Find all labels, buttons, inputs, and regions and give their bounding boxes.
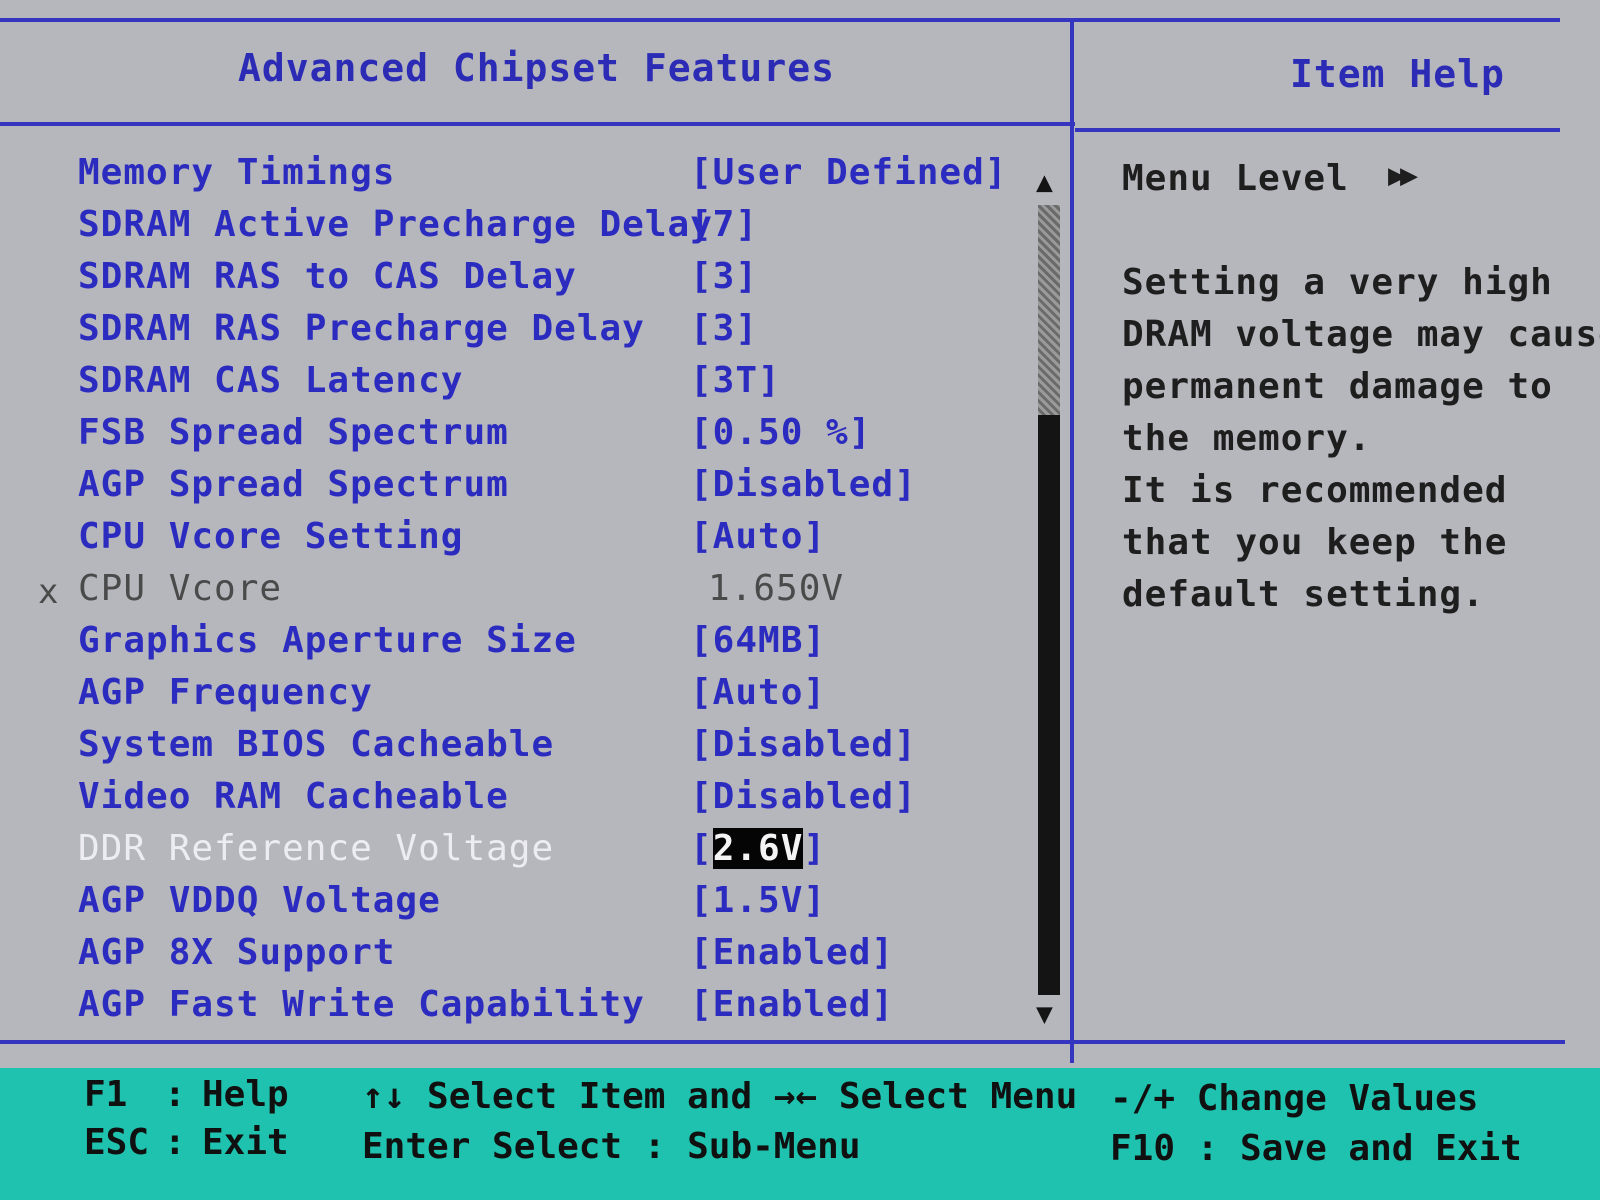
esc-action: Exit xyxy=(202,1122,289,1163)
nav-hint-enter: Enter Select : Sub-Menu xyxy=(362,1126,861,1167)
setting-value[interactable]: [User Defined] xyxy=(690,152,1007,193)
setting-label: AGP Spread Spectrum xyxy=(78,464,509,505)
value-bracket-close: ] xyxy=(803,828,827,869)
setting-system-bios-cacheable[interactable]: System BIOS Cacheable [Disabled] xyxy=(0,724,1060,776)
setting-sdram-ras-to-cas-delay[interactable]: SDRAM RAS to CAS Delay [3] xyxy=(0,256,1060,308)
frame-header-line-left xyxy=(0,122,1075,126)
setting-value[interactable]: [Auto] xyxy=(690,672,826,713)
scroll-up-arrow-icon[interactable]: ▲ xyxy=(1036,168,1053,196)
help-text-line: permanent damage to xyxy=(1122,366,1553,407)
help-text-line: It is recommended xyxy=(1122,470,1508,511)
setting-label: Memory Timings xyxy=(78,152,396,193)
esc-key: ESC xyxy=(84,1122,150,1163)
setting-label: SDRAM RAS Precharge Delay xyxy=(78,308,645,349)
help-text-line: that you keep the xyxy=(1122,522,1508,563)
setting-label: DDR Reference Voltage xyxy=(78,828,555,869)
frame-top-line xyxy=(0,18,1560,22)
scrollbar-track[interactable] xyxy=(1038,205,1060,995)
setting-label: AGP Fast Write Capability xyxy=(78,984,645,1025)
menu-level-arrows-icon: ▶▶ xyxy=(1388,158,1418,193)
setting-value[interactable]: [64MB] xyxy=(690,620,826,661)
setting-label: CPU Vcore xyxy=(78,568,283,609)
setting-value[interactable]: [3T] xyxy=(690,360,781,401)
bios-screen: Advanced Chipset Features Item Help Memo… xyxy=(0,0,1600,1200)
setting-value[interactable]: [7] xyxy=(690,204,758,245)
setting-agp-vddq-voltage[interactable]: AGP VDDQ Voltage [1.5V] xyxy=(0,880,1060,932)
save-exit-hint: F10 : Save and Exit xyxy=(1110,1128,1522,1169)
setting-agp-frequency[interactable]: AGP Frequency [Auto] xyxy=(0,672,1060,724)
setting-label: Video RAM Cacheable xyxy=(78,776,509,817)
scroll-down-arrow-icon[interactable]: ▼ xyxy=(1036,1000,1053,1028)
setting-value[interactable]: [Disabled] xyxy=(690,776,917,817)
setting-cpu-vcore-setting[interactable]: CPU Vcore Setting [Auto] xyxy=(0,516,1060,568)
setting-label: SDRAM RAS to CAS Delay xyxy=(78,256,577,297)
setting-label: System BIOS Cacheable xyxy=(78,724,555,765)
f1-key: F1 xyxy=(84,1074,128,1115)
setting-agp-spread-spectrum[interactable]: AGP Spread Spectrum [Disabled] xyxy=(0,464,1060,516)
setting-agp-fast-write-capability[interactable]: AGP Fast Write Capability [Enabled] xyxy=(0,984,1060,1036)
change-values-hint: -/+ Change Values xyxy=(1110,1078,1479,1119)
f1-separator: : xyxy=(164,1074,186,1115)
setting-label: CPU Vcore Setting xyxy=(78,516,464,557)
setting-label: AGP Frequency xyxy=(78,672,373,713)
setting-label: Graphics Aperture Size xyxy=(78,620,577,661)
help-text-line: DRAM voltage may cause xyxy=(1122,314,1600,355)
setting-value: 1.650V xyxy=(708,568,845,609)
setting-value[interactable]: [Enabled] xyxy=(690,984,894,1025)
key-help-bar: F1 : Help ESC : Exit ↑↓ Select Item and … xyxy=(0,1068,1600,1200)
setting-label: AGP 8X Support xyxy=(78,932,396,973)
setting-value[interactable]: [Disabled] xyxy=(690,464,917,505)
page-title: Advanced Chipset Features xyxy=(238,46,835,90)
setting-sdram-cas-latency[interactable]: SDRAM CAS Latency [3T] xyxy=(0,360,1060,412)
setting-value[interactable]: [3] xyxy=(690,308,758,349)
setting-agp-8x-support[interactable]: AGP 8X Support [Enabled] xyxy=(0,932,1060,984)
setting-video-ram-cacheable[interactable]: Video RAM Cacheable [Disabled] xyxy=(0,776,1060,828)
frame-header-line-right xyxy=(1075,128,1560,132)
disabled-mark: x xyxy=(38,572,59,612)
setting-memory-timings[interactable]: Memory Timings [User Defined] xyxy=(0,152,1060,204)
f1-action: Help xyxy=(202,1074,289,1115)
setting-value[interactable]: [Enabled] xyxy=(690,932,894,973)
help-text-line: the memory. xyxy=(1122,418,1372,459)
setting-label: FSB Spread Spectrum xyxy=(78,412,509,453)
setting-label: SDRAM CAS Latency xyxy=(78,360,464,401)
setting-value-selected[interactable]: [2.6V] xyxy=(690,828,826,869)
esc-separator: : xyxy=(164,1122,186,1163)
setting-sdram-ras-precharge-delay[interactable]: SDRAM RAS Precharge Delay [3] xyxy=(0,308,1060,360)
setting-cpu-vcore: x CPU Vcore 1.650V xyxy=(0,568,1060,620)
setting-value[interactable]: [0.50 %] xyxy=(690,412,871,453)
value-highlight[interactable]: 2.6V xyxy=(712,828,804,869)
nav-hint-select: ↑↓ Select Item and →← Select Menu xyxy=(362,1076,1078,1117)
setting-sdram-active-precharge-delay[interactable]: SDRAM Active Precharge Delay [7] xyxy=(0,204,1060,256)
setting-label: AGP VDDQ Voltage xyxy=(78,880,441,921)
frame-bottom-line xyxy=(0,1040,1565,1044)
scrollbar-thumb[interactable] xyxy=(1038,205,1060,415)
setting-graphics-aperture-size[interactable]: Graphics Aperture Size [64MB] xyxy=(0,620,1060,672)
setting-value[interactable]: [3] xyxy=(690,256,758,297)
setting-fsb-spread-spectrum[interactable]: FSB Spread Spectrum [0.50 %] xyxy=(0,412,1060,464)
setting-value[interactable]: [Auto] xyxy=(690,516,826,557)
setting-ddr-reference-voltage[interactable]: DDR Reference Voltage [2.6V] xyxy=(0,828,1060,880)
help-text-line: Setting a very high xyxy=(1122,262,1553,303)
help-text-line: default setting. xyxy=(1122,574,1485,615)
menu-level-label: Menu Level xyxy=(1122,158,1349,199)
setting-value[interactable]: [Disabled] xyxy=(690,724,917,765)
frame-divider xyxy=(1070,18,1074,1063)
setting-label: SDRAM Active Precharge Delay xyxy=(78,204,713,245)
setting-value[interactable]: [1.5V] xyxy=(690,880,826,921)
value-bracket-open: [ xyxy=(690,828,713,869)
help-title: Item Help xyxy=(1290,52,1505,96)
